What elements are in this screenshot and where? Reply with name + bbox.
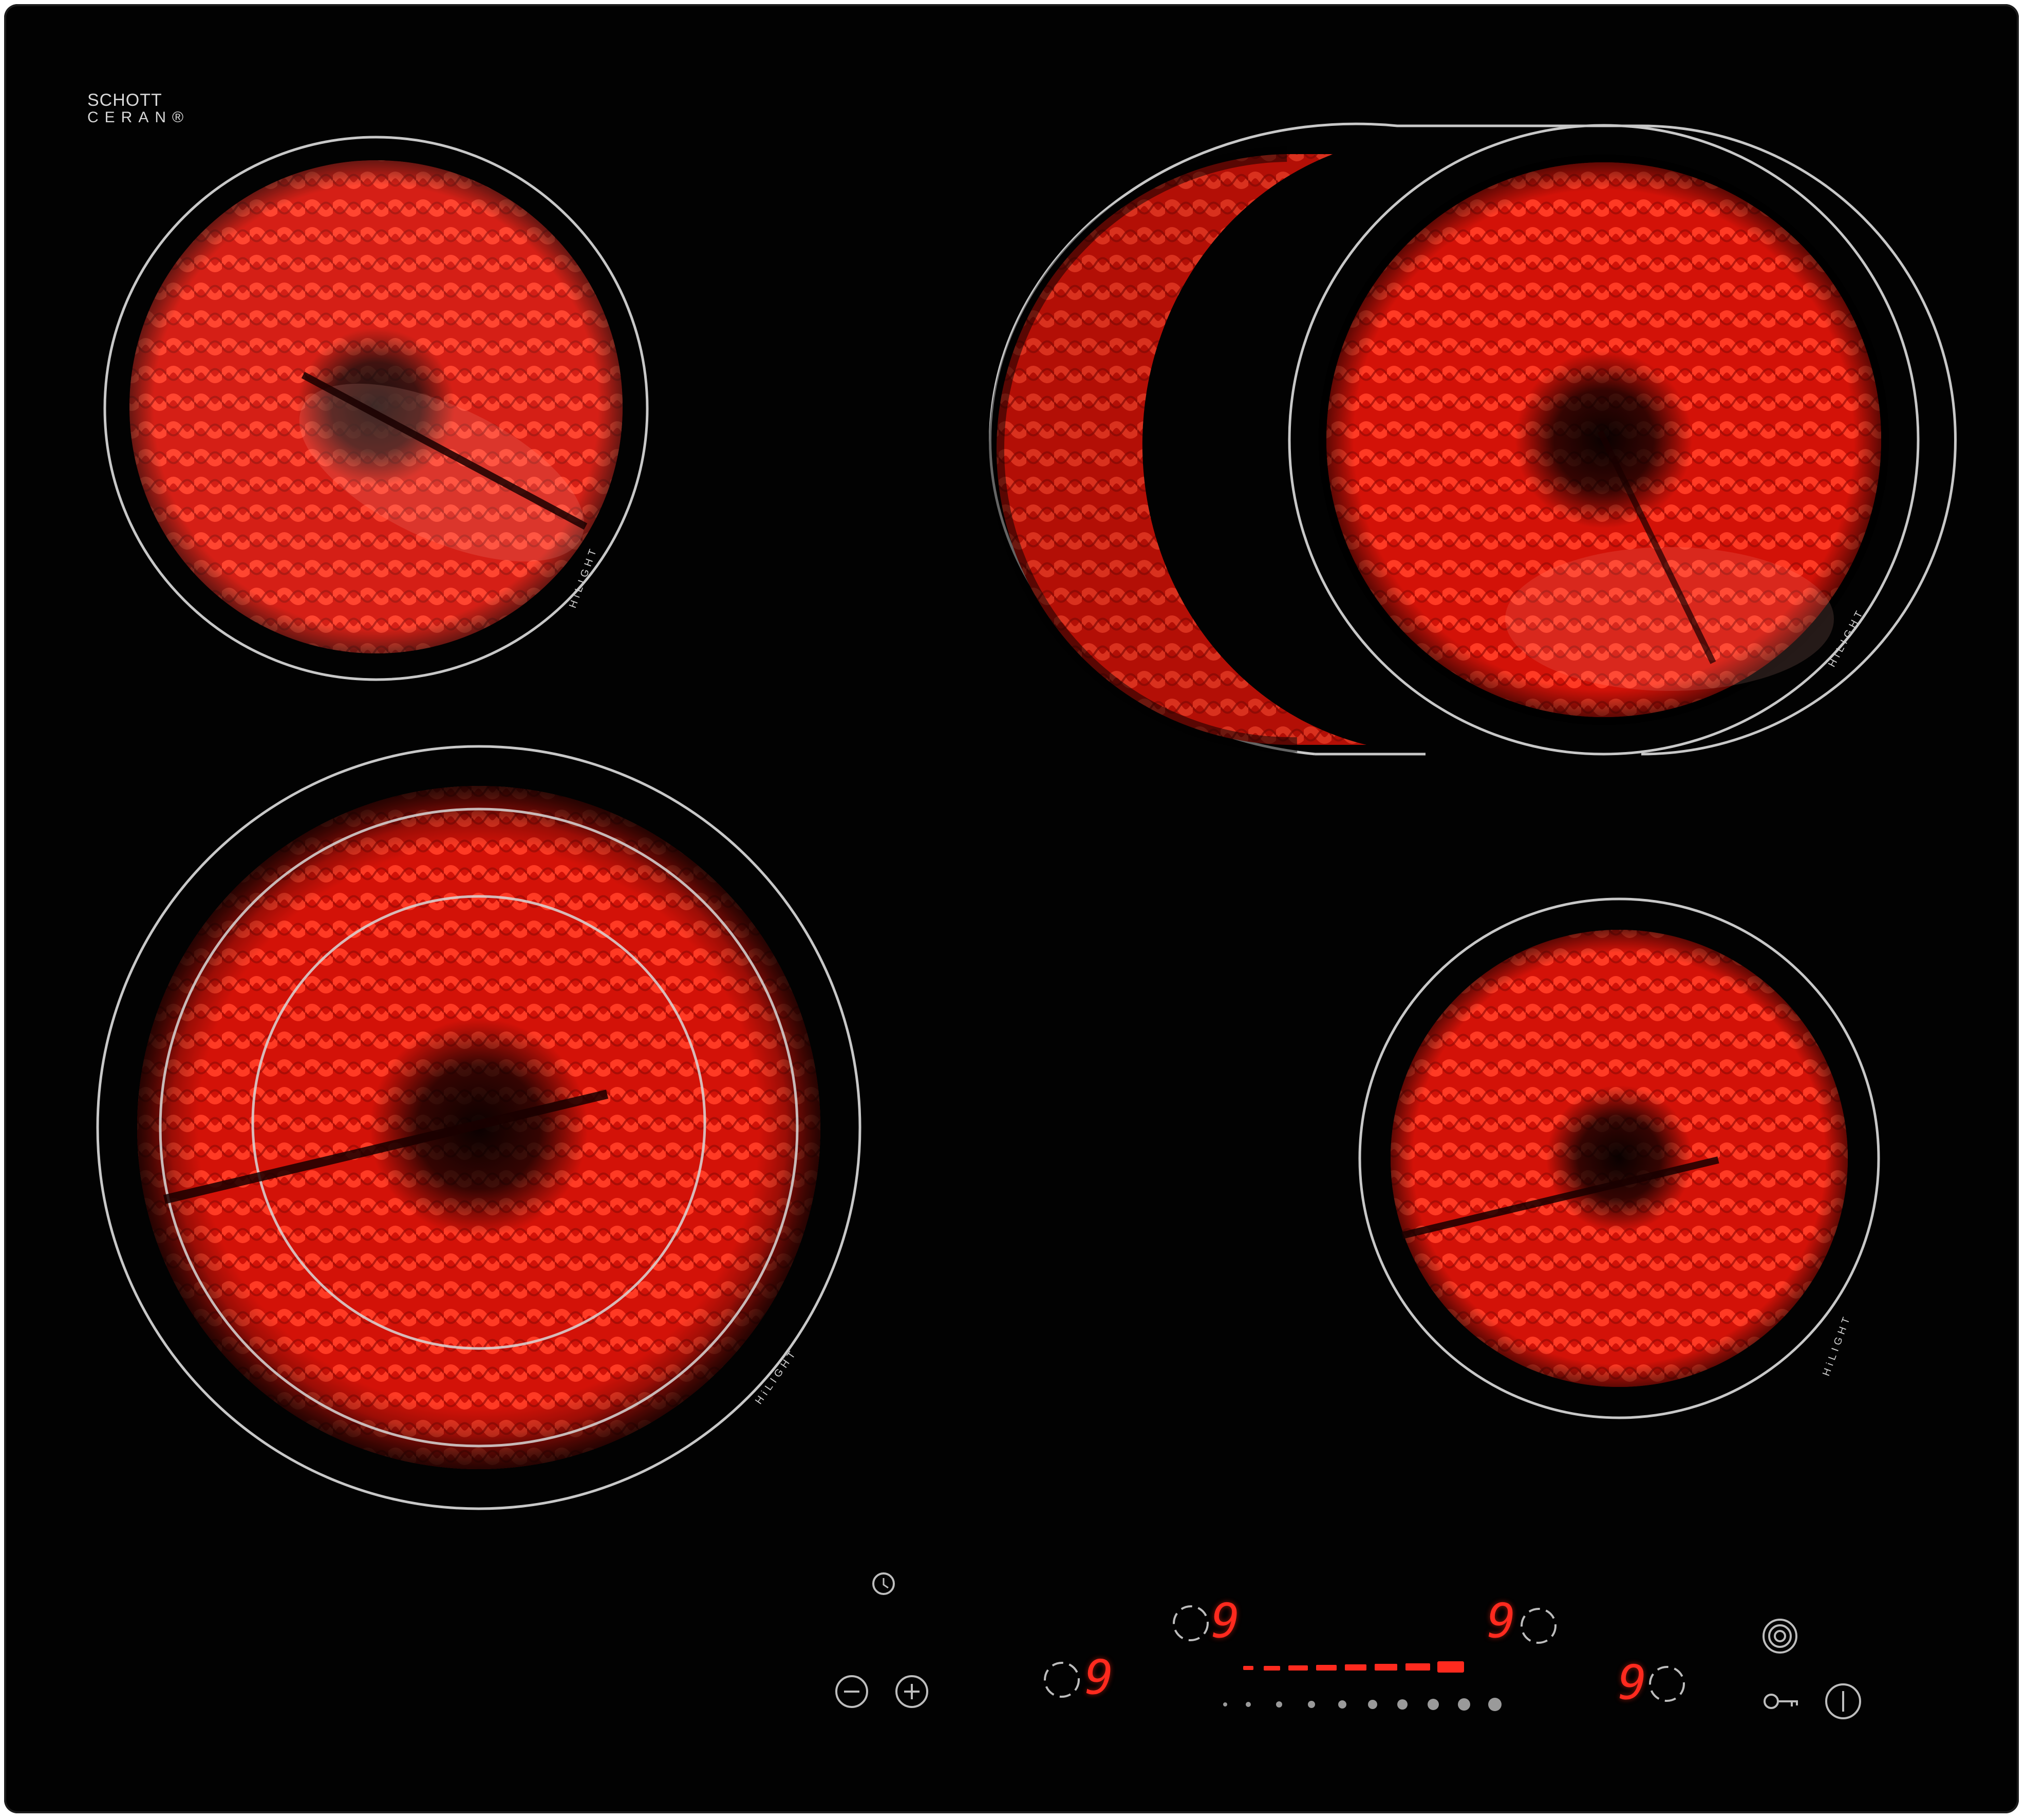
- display-back-right: 9: [1487, 1593, 1516, 1648]
- display-back-left: 9: [1211, 1593, 1240, 1648]
- power-slider[interactable]: [1223, 1698, 1502, 1711]
- zone-front-left-triple: HiLIGHT: [96, 745, 861, 1510]
- control-panel: [835, 1572, 1861, 1719]
- brand-line-2: CERAN®: [87, 109, 190, 126]
- power-icon[interactable]: [1825, 1683, 1861, 1719]
- zone-back-right-bridge: HiLIGHT: [988, 122, 1957, 756]
- brand-logo: SCHOTT CERAN®: [87, 91, 190, 125]
- brand-line-1: SCHOTT: [87, 90, 162, 110]
- cooktop-surface: HiLIGHT HiLIGHT HiLIGHT HiLIGHT: [96, 122, 1957, 1719]
- power-level-bar: [1243, 1661, 1464, 1673]
- zone-selector-front-left[interactable]: [1044, 1662, 1080, 1698]
- hilight-label: HiLIGHT: [1821, 1312, 1853, 1378]
- zone-back-left: HiLIGHT: [103, 136, 649, 681]
- display-front-left: 9: [1085, 1650, 1114, 1705]
- minus-icon[interactable]: [835, 1675, 868, 1708]
- zone-selector-back-left[interactable]: [1173, 1605, 1209, 1641]
- zone-selector-back-right[interactable]: [1521, 1608, 1557, 1644]
- zone-front-right: HiLIGHT: [1358, 897, 1880, 1419]
- zone-selector-front-right[interactable]: [1649, 1666, 1685, 1702]
- clock-icon[interactable]: [872, 1572, 895, 1595]
- key-icon[interactable]: [1764, 1694, 1798, 1709]
- hilight-label: HiLIGHT: [753, 1346, 800, 1406]
- triple-ring-icon[interactable]: [1763, 1619, 1797, 1654]
- plus-icon[interactable]: [895, 1675, 928, 1708]
- display-front-right: 9: [1618, 1655, 1647, 1710]
